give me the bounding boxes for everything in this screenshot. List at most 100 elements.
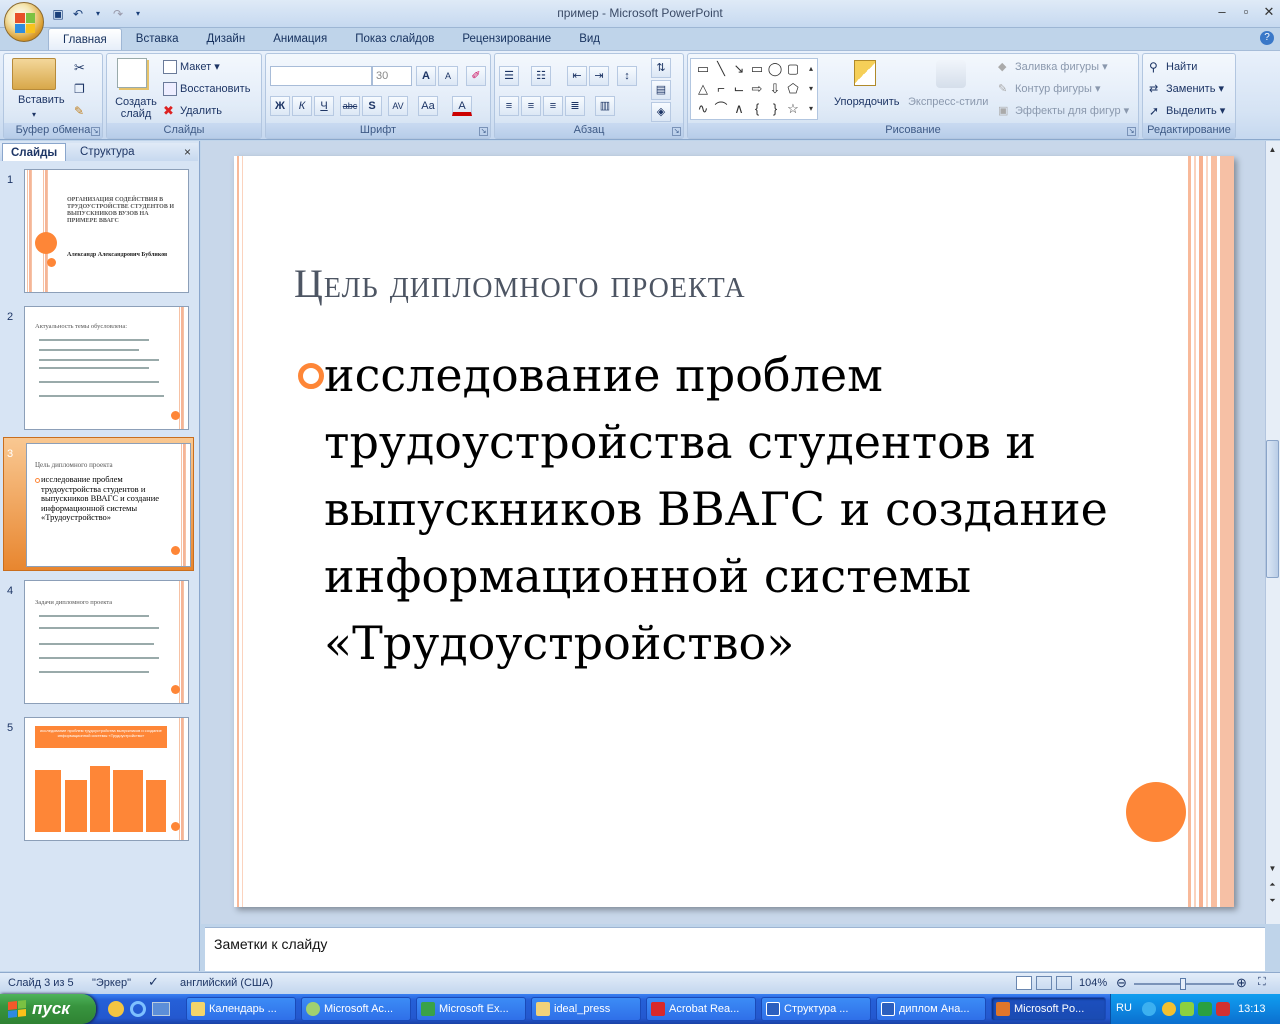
elbow-icon[interactable]: ⌐ xyxy=(713,81,729,97)
tray-icon[interactable] xyxy=(1180,1002,1194,1016)
line-spacing-icon[interactable]: ↕ xyxy=(617,66,637,86)
tab-slides[interactable]: Слайды xyxy=(2,143,67,161)
format-painter-icon[interactable]: ✎ xyxy=(74,104,84,118)
layout-button[interactable]: Макет ▾ xyxy=(163,60,220,75)
find-button[interactable]: ⚲ Найти xyxy=(1149,60,1197,74)
minimize-button[interactable]: – xyxy=(1212,5,1232,21)
tray-icon[interactable] xyxy=(1162,1002,1176,1016)
start-button[interactable]: пуск xyxy=(0,994,96,1024)
slideshow-view-icon[interactable] xyxy=(1056,976,1072,990)
zoom-out-icon[interactable]: ⊖ xyxy=(1116,975,1127,991)
flowchart-icon[interactable]: ⬠ xyxy=(785,81,801,97)
textbox-icon[interactable]: ▭ xyxy=(695,61,711,77)
align-center-icon[interactable]: ≡ xyxy=(521,96,541,116)
arc-icon[interactable]: ⌒ xyxy=(713,101,729,117)
gallery-down-icon[interactable]: ▾ xyxy=(803,81,819,97)
language-indicator[interactable]: RU xyxy=(1116,1002,1132,1014)
right-arrow-icon[interactable]: ⇨ xyxy=(749,81,765,97)
quicklaunch-icon[interactable] xyxy=(108,1001,124,1017)
smartart-icon[interactable]: ◈ xyxy=(651,102,671,122)
tab-view[interactable]: Вид xyxy=(565,28,614,50)
tab-animation[interactable]: Анимация xyxy=(259,28,341,50)
shape-fill-button[interactable]: ◆ Заливка фигуры ▾ xyxy=(998,60,1108,74)
rounded-rect-icon[interactable]: ▢ xyxy=(785,61,801,77)
scroll-up-icon[interactable]: ▲ xyxy=(1266,143,1279,157)
next-slide-icon[interactable]: ⏷ xyxy=(1266,894,1279,908)
dialog-launcher-icon[interactable]: ↘ xyxy=(91,127,100,136)
font-color-icon[interactable]: A xyxy=(452,96,472,116)
paste-button[interactable]: Вставить xyxy=(18,94,65,106)
shadow-icon[interactable]: S xyxy=(362,96,382,116)
gallery-up-icon[interactable]: ▴ xyxy=(803,61,819,77)
taskbar-button[interactable]: Acrobat Rea... xyxy=(646,997,756,1021)
slide-thumbnail-5[interactable]: исследование проблем трудоустройства вып… xyxy=(24,717,189,841)
zoom-level[interactable]: 104% xyxy=(1079,977,1107,989)
align-text-icon[interactable]: ▤ xyxy=(651,80,671,100)
select-button[interactable]: ➚ Выделить ▾ xyxy=(1149,104,1225,118)
italic-icon[interactable]: К xyxy=(292,96,312,116)
tray-icon[interactable] xyxy=(1198,1002,1212,1016)
taskbar-button[interactable]: Microsoft Ex... xyxy=(416,997,526,1021)
numbering-icon[interactable]: ☷ xyxy=(531,66,551,86)
quick-styles-icon[interactable] xyxy=(936,60,966,88)
taskbar-button[interactable]: Структура ... xyxy=(761,997,871,1021)
brace-right-icon[interactable]: } xyxy=(767,101,783,117)
close-button[interactable]: ✕ xyxy=(1259,5,1279,21)
dialog-launcher-icon[interactable]: ↘ xyxy=(1127,127,1136,136)
font-name-combo[interactable] xyxy=(270,66,372,86)
tab-slideshow[interactable]: Показ слайдов xyxy=(341,28,448,50)
clear-format-icon[interactable]: ✐ xyxy=(466,66,486,86)
bold-icon[interactable]: Ж xyxy=(270,96,290,116)
office-button[interactable] xyxy=(4,2,44,42)
slide-thumbnail-3[interactable]: Цель дипломного проекта исследование про… xyxy=(26,443,191,567)
spellcheck-icon[interactable]: ✓ xyxy=(148,974,159,990)
elbow-arrow-icon[interactable]: ⌙ xyxy=(731,81,747,97)
tab-outline[interactable]: Структура xyxy=(72,143,143,161)
taskbar-button-active[interactable]: Microsoft Po... xyxy=(991,997,1106,1021)
chevron-down-icon[interactable]: ▾ xyxy=(32,110,36,119)
brace-left-icon[interactable]: { xyxy=(749,101,765,117)
tab-insert[interactable]: Вставка xyxy=(122,28,193,50)
clipboard-icon[interactable] xyxy=(12,58,56,90)
tray-icon[interactable] xyxy=(1142,1002,1156,1016)
ie-icon[interactable] xyxy=(130,1001,146,1017)
decrease-indent-icon[interactable]: ⇤ xyxy=(567,66,587,86)
shrink-font-icon[interactable]: A xyxy=(438,66,458,86)
oval-icon[interactable]: ◯ xyxy=(767,61,783,77)
align-left-icon[interactable]: ≡ xyxy=(499,96,519,116)
change-case-icon[interactable]: Aa xyxy=(418,96,438,116)
taskbar-button[interactable]: ideal_press xyxy=(531,997,641,1021)
taskbar-button[interactable]: Календарь ... xyxy=(186,997,296,1021)
copy-icon[interactable]: ❐ xyxy=(74,82,85,96)
scroll-down-icon[interactable]: ▼ xyxy=(1266,862,1279,876)
language-status[interactable]: английский (США) xyxy=(180,977,273,989)
slide-thumbnail-1[interactable]: ОРГАНИЗАЦИЯ СОДЕЙСТВИЯ В ТРУДОУСТРОЙСТВЕ… xyxy=(24,169,189,293)
shape-effects-button[interactable]: ▣ Эффекты для фигур ▾ xyxy=(998,104,1129,118)
rectangle-icon[interactable]: ▭ xyxy=(749,61,765,77)
text-direction-icon[interactable]: ⇅ xyxy=(651,58,671,78)
zoom-in-icon[interactable]: ⊕ xyxy=(1236,975,1247,991)
tray-icon[interactable] xyxy=(1216,1002,1230,1016)
gallery-more-icon[interactable]: ▾ xyxy=(803,101,819,117)
delete-slide-button[interactable]: ✖ Удалить xyxy=(163,104,222,118)
grow-font-icon[interactable]: A xyxy=(416,66,436,86)
normal-view-icon[interactable] xyxy=(1016,976,1032,990)
dialog-launcher-icon[interactable]: ↘ xyxy=(672,127,681,136)
notes-pane[interactable]: Заметки к слайду xyxy=(205,927,1265,971)
maximize-button[interactable]: ▫ xyxy=(1236,5,1256,21)
down-arrow-icon[interactable]: ⇩ xyxy=(767,81,783,97)
dialog-launcher-icon[interactable]: ↘ xyxy=(479,127,488,136)
slide-thumbnail-4[interactable]: Задачи дипломного проекта xyxy=(24,580,189,704)
arrow-line-icon[interactable]: ↘ xyxy=(731,61,747,77)
help-icon[interactable]: ? xyxy=(1260,31,1274,45)
scrollbar-thumb[interactable] xyxy=(1266,440,1279,578)
replace-button[interactable]: ⇄ Заменить ▾ xyxy=(1149,82,1224,96)
arrange-button[interactable]: Упорядочить xyxy=(834,96,899,108)
line-icon[interactable]: ╲ xyxy=(713,61,729,77)
arrange-icon[interactable] xyxy=(854,60,876,86)
slide-thumbnail-2[interactable]: Актуальность темы обусловлена: xyxy=(24,306,189,430)
cut-icon[interactable]: ✂ xyxy=(74,60,85,76)
star-icon[interactable]: ☆ xyxy=(785,101,801,117)
zoom-slider-thumb[interactable] xyxy=(1180,978,1186,990)
slide-canvas[interactable]: Цель дипломного проекта исследование про… xyxy=(234,156,1234,907)
